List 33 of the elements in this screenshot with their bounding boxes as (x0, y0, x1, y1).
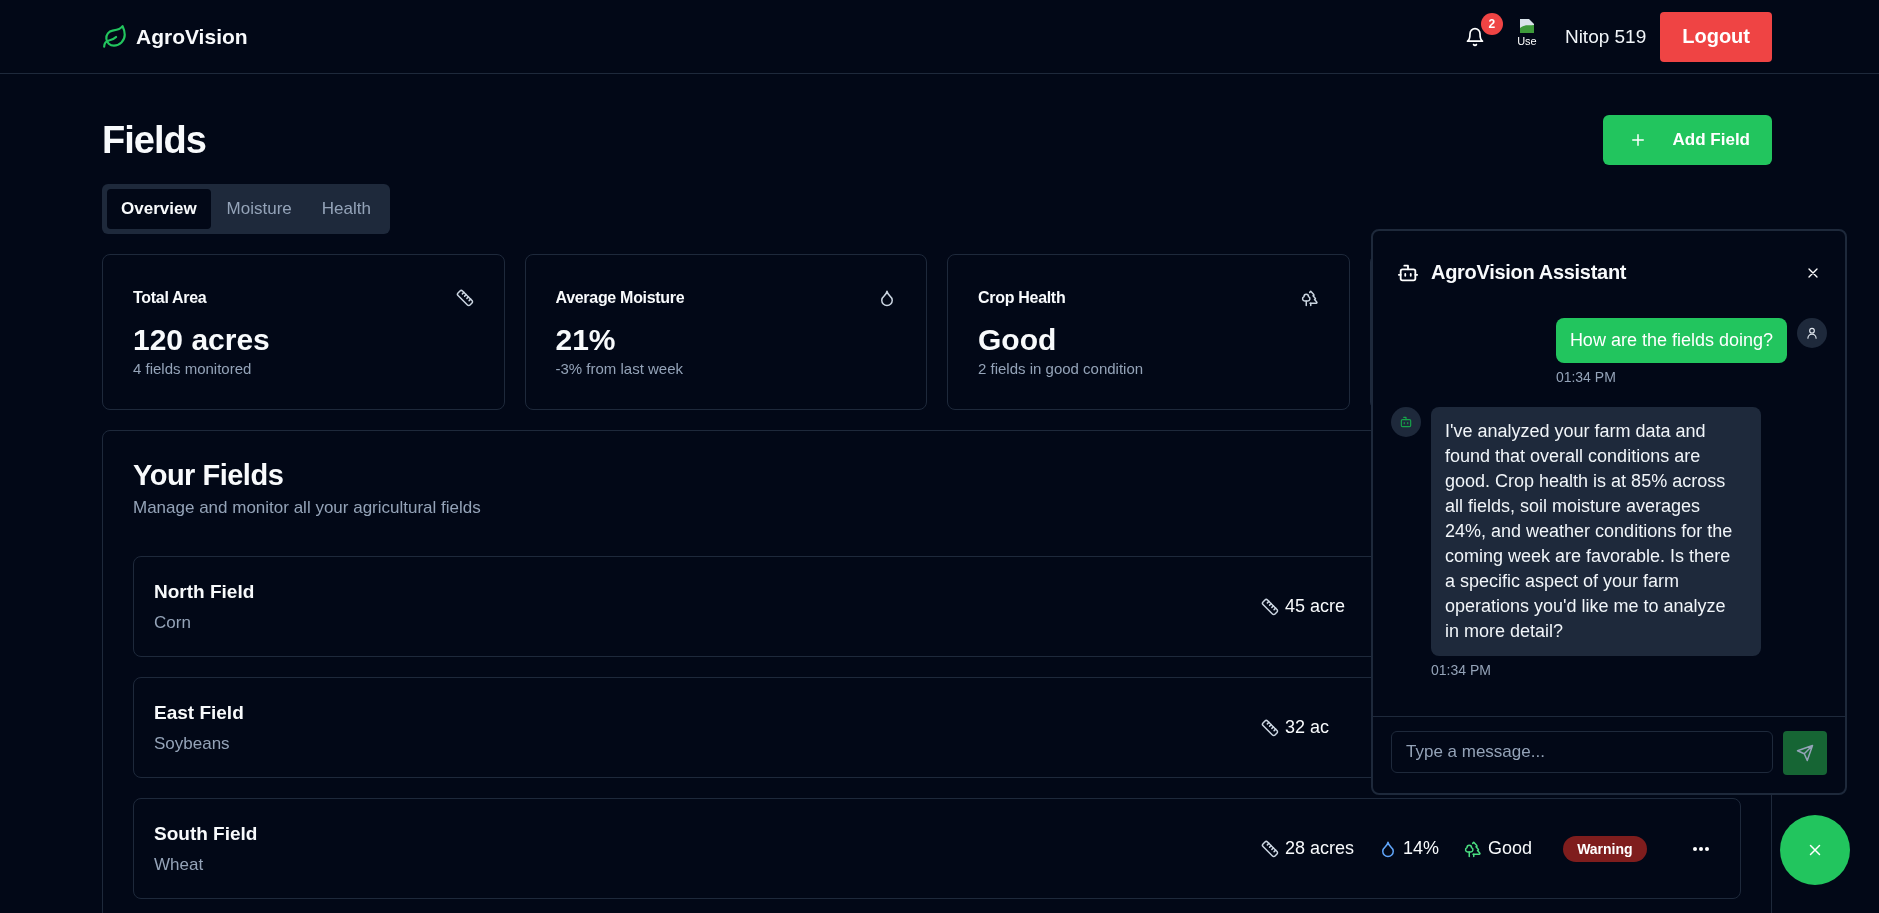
field-stat: 45 acre (1285, 596, 1346, 617)
field-stat: 32 ac (1285, 717, 1330, 738)
field-stat: Good (1488, 838, 1533, 859)
user-message: How are the fields doing? (1555, 318, 1787, 363)
stat-note: 2 fields in good condition (978, 360, 1145, 377)
chat-title: AgroVision Assistant (1431, 261, 1627, 284)
assistant-message: I've analyzed your farm data and found that overall conditions are good. Crop health is at 85% across all fields, soil moisture averages 24%, and weather conditions for the coming week are favorable. Is there a specific aspect of your farm operations you'd like me to analyze in more detail? (1431, 407, 1761, 656)
field-name: East Field (154, 701, 244, 724)
stat-note: 4 fields monitored (133, 360, 253, 377)
stat-label: Average Moisture (555, 289, 685, 307)
avatar-alt-text: Use (1517, 34, 1537, 47)
stat-value: Good (978, 323, 1058, 357)
panel-subtitle: Manage and monitor all your agricultural fields (133, 498, 481, 518)
stat-value: 21% (555, 323, 617, 357)
field-name: South Field (154, 822, 258, 845)
field-name: North Field (154, 580, 255, 603)
field-stat: 28 acres (1285, 838, 1355, 859)
crop-name: Corn (154, 612, 192, 633)
notification-badge: 2 (1480, 12, 1503, 35)
field-stat: 14% (1403, 838, 1440, 859)
message-time: 01:34 PM (1431, 662, 1492, 678)
panel-title: Your Fields (133, 459, 284, 492)
message-time: 01:34 PM (1555, 369, 1617, 385)
user-name: Nitop 519 (1564, 25, 1647, 48)
crop-name: Soybeans (154, 733, 231, 754)
page-title: Fields (102, 118, 206, 162)
stat-value: 120 acres (133, 323, 271, 357)
brand-name: AgroVision (136, 24, 248, 49)
crop-name: Wheat (154, 854, 205, 875)
stat-label: Crop Health (978, 289, 1066, 307)
stat-label: Total Area (133, 289, 207, 307)
stat-note: -3% from last week (555, 360, 685, 377)
status-badge: Warning (1563, 835, 1647, 862)
